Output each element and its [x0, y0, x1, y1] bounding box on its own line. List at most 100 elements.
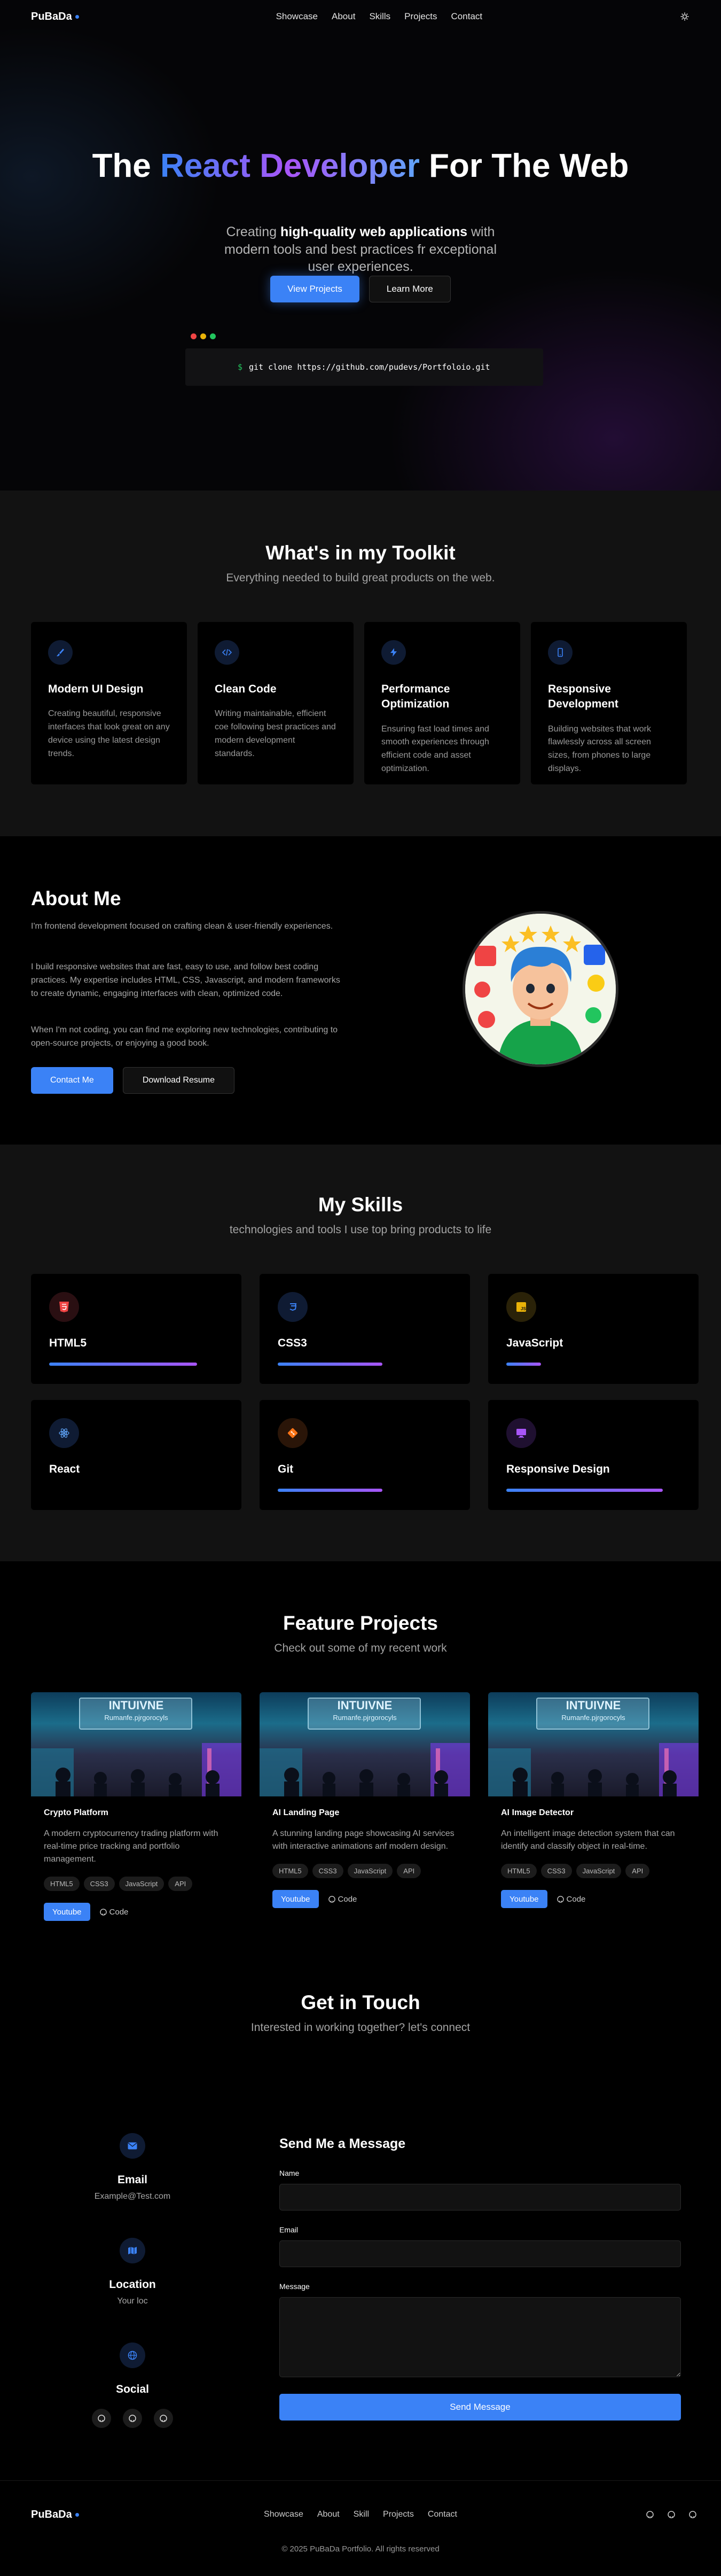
projects-section: Feature Projects Check out some of my re…	[0, 1561, 721, 1941]
github-icon[interactable]	[646, 2511, 654, 2521]
github-icon[interactable]	[92, 2409, 111, 2428]
tech-tag: HTML5	[44, 1877, 80, 1891]
download-resume-button[interactable]: Download Resume	[122, 1067, 234, 1094]
skill-level-bar	[278, 1363, 382, 1366]
project-thumbnail[interactable]: INTUIVNE Rumanfe.pjrgorocyls	[31, 1692, 241, 1796]
thumbnail-title: INTUIVNE	[337, 1699, 393, 1712]
toolkit-card: Responsive Development Building websites…	[531, 622, 687, 784]
theme-toggle-icon[interactable]	[679, 11, 690, 22]
avatar-illustration	[463, 911, 618, 1067]
tech-tag: CSS3	[312, 1864, 343, 1878]
project-card: INTUIVNE Rumanfe.pjrgorocyls AI Image Dete…	[488, 1692, 699, 1930]
lightning-icon	[381, 640, 406, 665]
projects-subtitle: Check out some of my recent work	[274, 1642, 447, 1654]
form-title: Send Me a Message	[279, 2136, 406, 2151]
about-paragraph: I build responsive websites that are fas…	[31, 962, 340, 998]
nav-contact[interactable]: Contact	[451, 11, 483, 22]
toolkit-card-text: Building websites that work flawlessly a…	[548, 724, 651, 774]
email-field[interactable]	[279, 2240, 681, 2267]
tech-tag: JavaScript	[576, 1864, 622, 1878]
code-link[interactable]: Code	[328, 1895, 357, 1904]
hero-subtitle-bold: high-quality web applications	[280, 224, 468, 239]
tech-tag: JavaScript	[347, 1864, 393, 1878]
map-icon	[120, 2238, 145, 2263]
contact-form: Send Me a Message Name Email Message Sen…	[279, 2136, 681, 2421]
project-description: A stunning landing page showcasing AI se…	[272, 1829, 454, 1851]
about-title: About Me	[31, 888, 121, 909]
skills-section: My Skills technologies and tools I use t…	[0, 1145, 721, 1561]
github-icon	[557, 1895, 564, 1903]
tech-tag: CSS3	[540, 1864, 572, 1878]
skill-name: JavaScript	[506, 1337, 563, 1349]
nav-skills[interactable]: Skills	[369, 11, 390, 22]
tech-tag: API	[168, 1877, 193, 1891]
react-icon	[49, 1418, 79, 1448]
project-thumbnail[interactable]: INTUIVNE Rumanfe.pjrgorocyls	[488, 1692, 699, 1796]
brush-icon	[48, 640, 73, 665]
toolkit-card: Clean Code Writing maintainable, efficie…	[198, 622, 354, 784]
code-link-label: Code	[566, 1894, 586, 1904]
skill-name: HTML5	[49, 1337, 87, 1349]
github-icon[interactable]	[154, 2409, 173, 2428]
contact-location-label: Location	[109, 2278, 156, 2291]
github-icon[interactable]	[668, 2511, 675, 2521]
send-message-button[interactable]: Send Message	[279, 2394, 681, 2421]
code-link[interactable]: Code	[557, 1894, 586, 1904]
message-field[interactable]	[279, 2297, 681, 2377]
footer-nav-showcase[interactable]: Showcase	[264, 2510, 303, 2519]
hero-subtitle: Creating high-quality web applications w…	[0, 223, 721, 276]
nav-showcase[interactable]: Showcase	[276, 11, 318, 22]
skills-subtitle: technologies and tools I use top bring p…	[229, 1224, 492, 1236]
github-icon[interactable]	[123, 2409, 142, 2428]
skill-level-bar	[506, 1363, 542, 1366]
contact-me-button[interactable]: Contact Me	[31, 1067, 113, 1094]
skill-card: CSS3	[260, 1274, 470, 1384]
toolkit-title: What's in my Toolkit	[265, 542, 456, 564]
project-title: AI Image Detector	[501, 1808, 574, 1817]
toolkit-card-title: Performance Optimization	[381, 683, 450, 711]
contact-social-block: Social	[31, 2342, 234, 2428]
site-footer: PuBaDa Showcase About Skill Projects Con…	[0, 2480, 721, 2576]
main-nav: Showcase About Skills Projects Contact	[276, 11, 483, 22]
project-title: Crypto Platform	[44, 1808, 108, 1817]
contact-email-block: Email Example@Test.com	[31, 2133, 234, 2201]
footer-nav-projects[interactable]: Projects	[383, 2510, 414, 2519]
tech-tag: API	[397, 1864, 421, 1878]
terminal-window-dots	[191, 333, 216, 339]
code-link[interactable]: Code	[99, 1908, 128, 1917]
view-projects-button[interactable]: View Projects	[270, 276, 359, 302]
hero-subtitle-pre: Creating	[226, 224, 280, 239]
email-label: Email	[279, 2225, 299, 2234]
contact-location-value: Your loc	[117, 2297, 148, 2306]
skill-level-bar	[506, 1489, 663, 1492]
youtube-button[interactable]: Youtube	[501, 1890, 547, 1908]
contact-email-value[interactable]: Example@Test.com	[31, 2192, 234, 2201]
footer-nav-skill[interactable]: Skill	[354, 2510, 369, 2519]
project-description: A modern cryptocurrency trading platform…	[44, 1829, 218, 1864]
message-label: Message	[279, 2282, 310, 2291]
footer-nav-contact[interactable]: Contact	[428, 2510, 457, 2519]
nav-about[interactable]: About	[332, 11, 355, 22]
tech-tag: JavaScript	[119, 1877, 164, 1891]
thumbnail-title: INTUIVNE	[566, 1699, 621, 1712]
globe-icon	[120, 2342, 145, 2368]
youtube-button[interactable]: Youtube	[272, 1890, 319, 1908]
learn-more-button[interactable]: Learn More	[369, 276, 451, 302]
terminal-prompt: $	[238, 362, 243, 372]
github-icon[interactable]	[689, 2511, 696, 2521]
site-logo[interactable]: PuBaDa	[31, 11, 79, 23]
nav-projects[interactable]: Projects	[404, 11, 437, 22]
footer-nav-about[interactable]: About	[317, 2510, 340, 2519]
thumbnail-subtitle: Rumanfe.pjrgorocyls	[104, 1714, 168, 1722]
terminal-box: $ git clone https://github.com/pudevs/Po…	[185, 348, 543, 386]
project-card: INTUIVNE Rumanfe.pjrgorocyls AI Landing Pa…	[260, 1692, 470, 1930]
css3-icon	[278, 1292, 308, 1322]
youtube-button[interactable]: Youtube	[44, 1903, 90, 1921]
thumbnail-subtitle: Rumanfe.pjrgorocyls	[333, 1714, 397, 1722]
thumbnail-title: INTUIVNE	[108, 1699, 164, 1712]
github-icon	[99, 1908, 107, 1916]
terminal-command[interactable]: git clone https://github.com/pudevs/Port…	[249, 362, 490, 372]
name-field[interactable]	[279, 2184, 681, 2211]
github-icon	[328, 1895, 335, 1903]
project-thumbnail[interactable]: INTUIVNE Rumanfe.pjrgorocyls	[260, 1692, 470, 1796]
